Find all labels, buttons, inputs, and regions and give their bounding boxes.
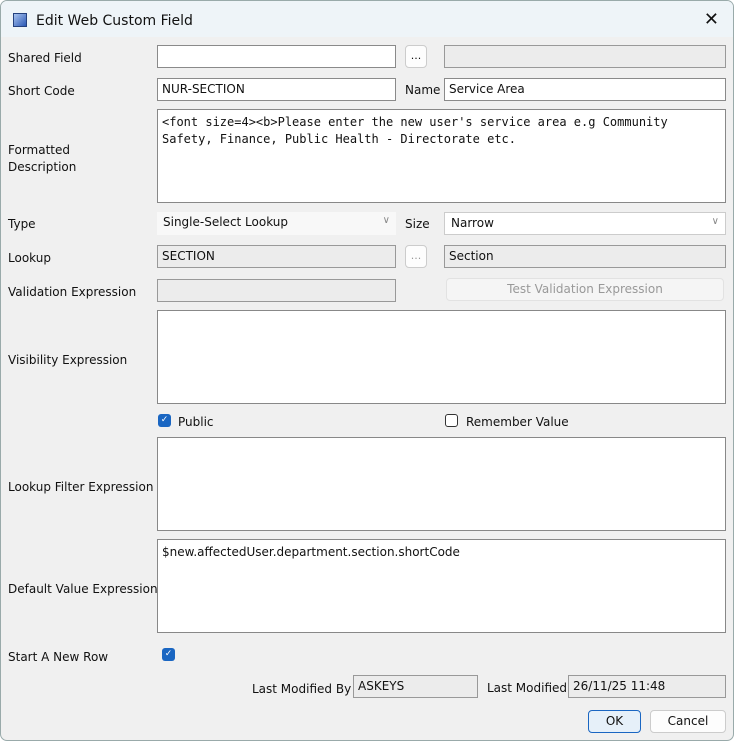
public-label: Public <box>178 415 214 429</box>
test-validation-expression-button[interactable]: Test Validation Expression <box>446 278 724 301</box>
visibility-expression-label: Visibility Expression <box>8 353 128 367</box>
window-title: Edit Web Custom Field <box>36 13 193 29</box>
type-select[interactable]: Single-Select Lookup ∨ <box>157 212 396 235</box>
app-icon <box>13 13 27 27</box>
size-value: Narrow <box>451 216 494 230</box>
type-value: Single-Select Lookup <box>163 215 289 229</box>
close-icon[interactable]: ✕ <box>704 9 719 30</box>
lookup-browse-button[interactable]: ... <box>405 245 427 268</box>
start-new-row-label: Start A New Row <box>8 650 109 664</box>
size-label: Size <box>405 217 430 231</box>
lookup-name: Section <box>444 245 726 268</box>
chevron-down-icon: ∨ <box>711 216 719 227</box>
size-select[interactable]: Narrow ∨ <box>444 212 726 235</box>
remember-value-label: Remember Value <box>466 415 569 429</box>
short-code-input[interactable]: NUR-SECTION <box>157 78 396 101</box>
name-label: Name <box>405 83 441 97</box>
shared-field-input[interactable] <box>157 45 396 68</box>
default-value-expression-label: Default Value Expression <box>8 582 158 596</box>
remember-value-checkbox[interactable] <box>445 414 458 427</box>
lookup-input: SECTION <box>157 245 396 268</box>
validation-expression-input <box>157 279 396 302</box>
shared-field-label: Shared Field <box>8 51 82 65</box>
formatted-description-label: Formatted Description <box>8 143 77 174</box>
title-bar: Edit Web Custom Field ✕ <box>1 1 733 37</box>
last-modified-label: Last Modified <box>487 681 568 695</box>
cancel-button[interactable]: Cancel <box>650 710 726 733</box>
shared-field-browse-button[interactable]: ... <box>405 45 427 68</box>
last-modified-by-label: Last Modified By <box>252 682 352 696</box>
lookup-label: Lookup <box>8 251 51 265</box>
public-checkbox[interactable]: ✓ <box>158 414 171 427</box>
last-modified-value: 26/11/25 11:48 <box>568 675 726 698</box>
edit-web-custom-field-dialog: Edit Web Custom Field ✕ Shared Field ...… <box>0 0 734 741</box>
last-modified-by-value: ASKEYS <box>353 675 478 698</box>
lookup-filter-expression-input[interactable] <box>157 437 726 531</box>
ok-button[interactable]: OK <box>588 710 641 733</box>
short-code-label: Short Code <box>8 84 75 98</box>
start-new-row-checkbox[interactable]: ✓ <box>162 648 175 661</box>
lookup-filter-expression-label: Lookup Filter Expression <box>8 480 154 494</box>
default-value-expression-input[interactable]: $new.affectedUser.department.section.sho… <box>157 539 726 633</box>
formatted-description-input[interactable]: <font size=4><b>Please enter the new use… <box>157 109 726 203</box>
type-label: Type <box>8 217 36 231</box>
shared-field-name <box>444 45 726 68</box>
name-input[interactable]: Service Area <box>444 78 726 101</box>
chevron-down-icon: ∨ <box>382 215 390 226</box>
visibility-expression-input[interactable] <box>157 310 726 404</box>
validation-expression-label: Validation Expression <box>8 285 137 299</box>
